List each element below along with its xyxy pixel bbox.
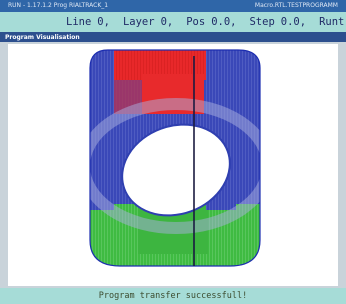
panel-title: Program Visualisation	[5, 33, 80, 41]
window-titlebar: RUN - 1.17.1.2 Prog RIALTRACK_1 Macro.RT…	[0, 0, 346, 12]
visualization-canvas[interactable]	[8, 44, 338, 286]
status-message: Program transfer successfull!	[98, 291, 248, 301]
status-layer: Layer 0,	[122, 16, 174, 28]
window-subtitle: Macro.RTL.TESTPROGRAMM	[254, 2, 338, 9]
part-visualization	[89, 49, 261, 267]
status-pos: Pos 0.0,	[186, 16, 237, 28]
status-bar: Line 0, Layer 0, Pos 0.0, Step 0.0, Runt	[0, 12, 346, 32]
message-bar: Program transfer successfull!	[0, 288, 346, 304]
status-step: Step 0.0,	[249, 16, 307, 28]
status-line: Line 0,	[66, 16, 110, 28]
window-title: RUN - 1.17.1.2 Prog RIALTRACK_1	[8, 2, 109, 9]
panel-header: Program Visualisation	[0, 32, 346, 42]
status-runtime: Runt	[319, 16, 345, 28]
